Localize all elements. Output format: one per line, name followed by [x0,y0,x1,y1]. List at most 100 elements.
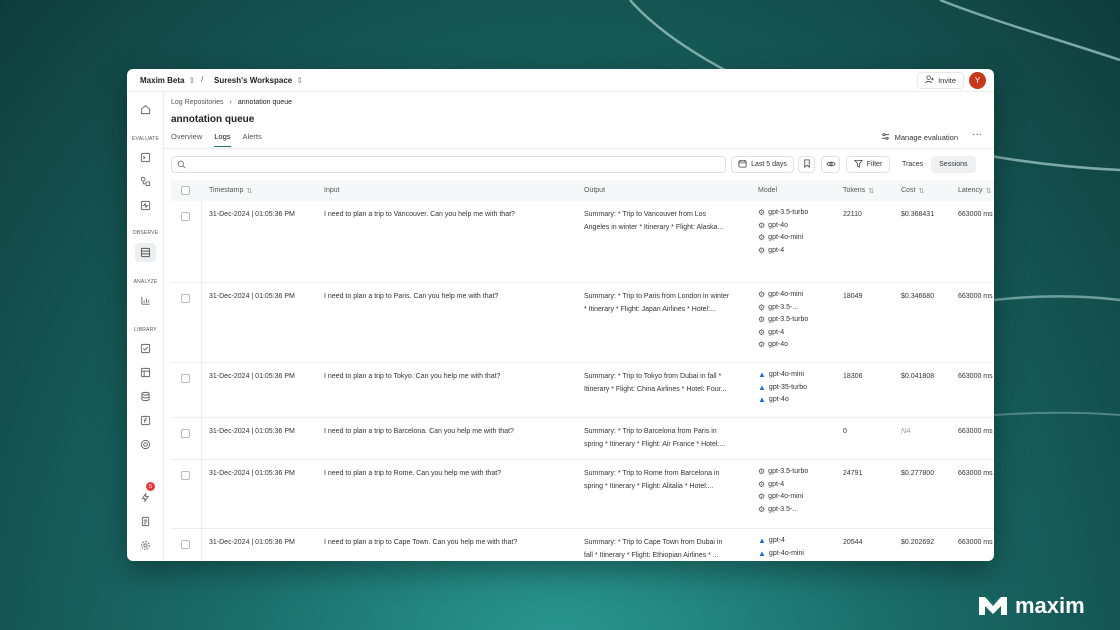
column-timestamp[interactable]: Timestamp ⇅ [209,180,252,201]
column-latency[interactable]: Latency ⇅ [958,180,991,201]
logs-icon[interactable] [135,243,156,262]
table-header: Timestamp ⇅ Input Output Model Tokens ⇅ … [171,180,994,201]
column-tokens[interactable]: Tokens ⇅ [843,180,874,201]
table-row[interactable]: 31-Dec-2024 | 01:05:36 PM I need to plan … [171,418,994,460]
row-output-line: Summary: * Trip to Rome from Barcelona i… [584,470,720,477]
chevron-updown-icon: ⇕ [188,76,196,85]
date-range-label: Last 5 days [751,161,787,168]
eye-icon [825,160,836,170]
row-checkbox[interactable] [181,212,190,221]
app-window: Maxim Beta ⇕ / Suresh's Workspace ⇕ Invi… [127,69,994,561]
table-row[interactable]: 31-Dec-2024 | 01:05:36 PM I need to plan … [171,529,994,561]
model-tag: ⚙ gpt-4o-mini [758,232,808,245]
model-tag: ▲ gpt-4o-mini [758,369,807,382]
bookmark-button[interactable] [798,156,815,173]
model-name: gpt-4o-mini [768,291,804,299]
row-cost: $0.041808 [901,373,935,380]
row-output: Summary: * Trip to Barcelona from Paris … [584,426,749,451]
model-name: gpt-4o [768,221,789,229]
row-checkbox[interactable] [181,294,190,303]
row-tokens: 18306 [843,373,863,380]
table-row[interactable]: 31-Dec-2024 | 01:05:36 PM I need to plan … [171,460,994,529]
openai-icon: ⚙ [758,315,766,325]
date-range-button[interactable]: Last 5 days [731,156,794,173]
breadcrumb-current: annotation queue [237,99,292,106]
workflow-icon[interactable] [135,172,156,191]
tab-overview[interactable]: Overview [171,132,202,147]
workspace-separator: / [201,75,204,84]
model-name: gpt-3.5-... [768,303,799,311]
model-tag: ⚙ gpt-4o [758,339,808,352]
tab-logs[interactable]: Logs [214,132,231,147]
azure-icon: ▲ [758,548,766,558]
search-input[interactable] [190,161,690,168]
model-name: gpt-3.5-... [768,505,799,513]
sort-icon: ⇅ [918,187,925,195]
row-output: Summary: * Trip to Rome from Barcelona i… [584,468,749,493]
model-tag: ▲gpt-35-turbo [758,382,807,395]
select-all-checkbox[interactable] [181,186,190,195]
bookmark-icon [803,159,811,170]
model-name: gpt-4o-mini [768,549,804,557]
calendar-icon [738,159,747,170]
gear-icon[interactable] [135,536,156,555]
terminal-icon[interactable] [135,148,156,167]
row-checkbox[interactable] [181,374,190,383]
row-checkbox[interactable] [181,471,190,480]
model-tag: ⚙ gpt-3.5-turbo [758,207,808,220]
breadcrumb: Log Repositories › annotation queue [171,99,292,106]
row-input: I need to plan a trip to Vancouver. Can … [324,211,515,218]
function-icon[interactable] [135,411,156,430]
more-options-icon[interactable]: ··· [972,129,982,140]
pulse-icon[interactable] [135,196,156,215]
breadcrumb-parent[interactable]: Log Repositories [171,99,224,106]
row-tokens: 20544 [843,539,863,546]
sliders-icon [881,132,890,143]
lightning-icon[interactable] [135,488,156,507]
column-cost[interactable]: Cost ⇅ [901,180,924,201]
database-icon[interactable] [135,387,156,406]
model-name: gpt-4 [768,480,785,488]
azure-icon: ▲ [758,382,766,392]
row-timestamp: 31-Dec-2024 | 01:05:36 PM [209,470,295,477]
column-tokens-label: Tokens [843,187,866,194]
row-checkbox[interactable] [181,429,190,438]
brand-name: maxim [1015,593,1085,618]
chart-icon[interactable] [135,291,156,310]
openai-icon: ⚙ [758,479,766,489]
row-latency: 663000 ms [958,373,993,380]
openai-icon: ⚙ [758,245,766,255]
tabs-divider [164,148,994,149]
model-name: gpt-35-turbo [769,560,807,561]
document-icon[interactable] [135,512,156,531]
model-tag: ▲ gpt-4 [758,535,807,548]
checklist-icon[interactable] [135,339,156,358]
row-output-line: Itinerary * Flight: China Airlines * Hot… [584,385,727,393]
maxim-logo: maxim [977,593,1085,619]
row-tokens: 24791 [843,470,863,477]
row-output: Summary: * Trip to Paris from London in … [584,291,749,316]
invite-button[interactable]: Invite [917,72,964,89]
home-icon[interactable] [135,100,156,119]
openai-icon: ⚙ [758,327,766,337]
model-tag: ⚙ gpt-3.5-... [758,302,808,315]
traces-toggle[interactable]: Traces [894,156,931,173]
manage-evaluation-button[interactable]: Manage evaluation [881,132,958,143]
avatar[interactable]: Y [969,72,986,89]
table-row[interactable]: 31-Dec-2024 | 01:05:36 PM I need to plan … [171,283,994,363]
filter-button[interactable]: Filter [846,156,890,173]
org-name: Maxim Beta [140,76,185,85]
sessions-toggle[interactable]: Sessions [931,156,976,173]
row-output: Summary: * Trip to Vancouver from Los Ang… [584,209,749,234]
row-output-line: Summary: * Trip to Cape Town from Dubai … [584,539,723,546]
row-checkbox[interactable] [181,540,190,549]
table-icon[interactable] [135,363,156,382]
org-switcher[interactable]: Maxim Beta ⇕ [140,76,195,85]
model-tag: ▲ gpt-4o [758,394,807,407]
workspace-switcher[interactable]: Suresh's Workspace ⇕ [214,76,303,85]
tab-alerts[interactable]: Alerts [243,132,262,147]
table-row[interactable]: 31-Dec-2024 | 01:05:36 PM I need to plan … [171,363,994,418]
visibility-button[interactable] [821,156,840,173]
table-row[interactable]: 31-Dec-2024 | 01:05:36 PM I need to plan … [171,201,994,283]
target-icon[interactable] [135,435,156,454]
